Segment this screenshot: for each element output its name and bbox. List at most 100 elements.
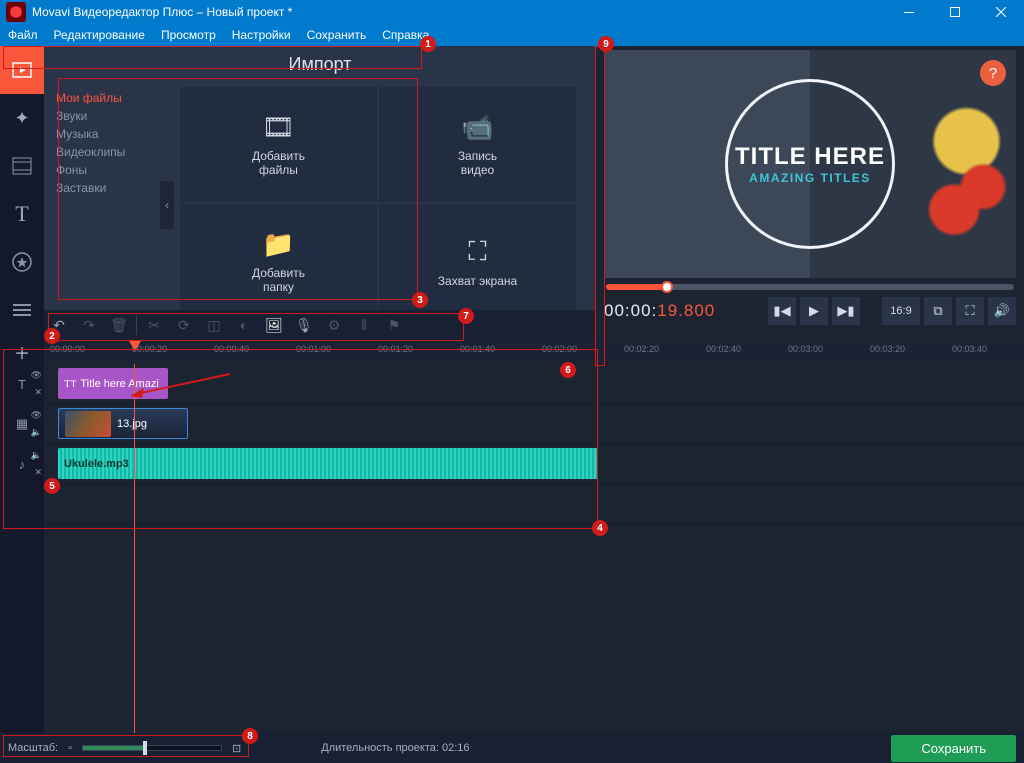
cat-backgrounds[interactable]: Фоны	[56, 161, 174, 179]
cat-my-files[interactable]: Мои файлы	[56, 89, 174, 107]
audio-eq-button[interactable]: ⫴	[349, 310, 379, 340]
ruler-mark: 00:02:00	[542, 344, 577, 354]
callout-8: 8	[242, 728, 258, 744]
minimize-button[interactable]	[886, 0, 932, 24]
rotate-button[interactable]: ⟳	[169, 310, 199, 340]
play-button[interactable]: ▶	[800, 297, 828, 325]
cat-videoclips[interactable]: Видеоклипы	[56, 143, 174, 161]
tile-label: Запись видео	[458, 149, 497, 177]
track-link-toggle[interactable]: ✕	[34, 387, 42, 398]
track-headers: ＋ T 👁 ✕ ▦ 👁 🔈 ♪ 🔈 ✕	[0, 340, 44, 733]
track-mute-toggle[interactable]: 🔈	[31, 427, 42, 438]
track-header-title: T 👁 ✕	[0, 364, 44, 404]
cat-sounds[interactable]: Звуки	[56, 107, 174, 125]
video-clip[interactable]: 13.jpg	[58, 408, 188, 439]
bottombar: Масштаб: ▫ ⊡ Длительность проекта: 02:16…	[0, 733, 1024, 763]
clip-toolbar: ↶ ↷ 🗑 ✂ ⟳ ◫ ◐ 🖼 🎙 ⚙ ⫴ ⚑	[44, 310, 596, 340]
preview-canvas[interactable]: ? TITLE HERE AMAZING TITLES	[604, 50, 1016, 278]
callout-7: 7	[458, 308, 474, 324]
prev-frame-button[interactable]: ▮◀	[768, 297, 796, 325]
menu-save[interactable]: Сохранить	[307, 28, 367, 42]
video-track[interactable]: 13.jpg	[44, 404, 1024, 444]
cat-music[interactable]: Музыка	[56, 125, 174, 143]
track-link-toggle[interactable]: ✕	[34, 467, 42, 478]
audio-track-icon: ♪	[19, 457, 26, 472]
delete-button[interactable]: 🗑	[104, 310, 134, 340]
menu-file[interactable]: Файл	[8, 28, 38, 42]
callout-1: 1	[420, 36, 436, 52]
sidebar-more[interactable]	[0, 286, 44, 334]
ruler-mark: 00:00:40	[214, 344, 249, 354]
preview-seekbar[interactable]	[606, 284, 1014, 290]
audio-track[interactable]: Ukulele.mp3	[44, 444, 1024, 484]
playhead[interactable]	[134, 364, 135, 733]
menu-settings[interactable]: Настройки	[232, 28, 291, 42]
import-categories: Мои файлы Звуки Музыка Видеоклипы Фоны З…	[44, 83, 174, 327]
track-mute-toggle[interactable]: 🔈	[31, 450, 42, 461]
voiceover-button[interactable]: 🎙	[289, 310, 319, 340]
aspect-ratio-button[interactable]: 16:9	[882, 297, 920, 325]
zoom-out-icon[interactable]: ▫	[68, 742, 72, 754]
preview-controls: 00:00:19.800 ▮◀ ▶ ▶▮ 16:9 ⧉ ⛶ 🔊	[596, 290, 1024, 332]
collapse-categories[interactable]: ‹	[160, 181, 174, 229]
settings-button[interactable]: ⚙	[319, 310, 349, 340]
cat-intros[interactable]: Заставки	[56, 179, 174, 197]
tile-label: Добавить файлы	[252, 149, 305, 177]
marker-button[interactable]: ⚑	[379, 310, 409, 340]
tile-screen-capture[interactable]: ⛶ Захват экрана	[379, 204, 576, 319]
track-visibility-toggle[interactable]: 👁	[31, 410, 42, 421]
ruler-mark: 00:01:00	[296, 344, 331, 354]
video-track-icon: ▦	[16, 416, 28, 432]
detach-preview-button[interactable]: ⧉	[924, 297, 952, 325]
preview-panel: ? TITLE HERE AMAZING TITLES 00:00:19.800…	[596, 46, 1024, 340]
project-duration: Длительность проекта: 02:16	[321, 742, 469, 754]
separator	[136, 315, 137, 335]
seekbar-fill	[606, 284, 667, 290]
import-panel: Импорт Мои файлы Звуки Музыка Видеоклипы…	[44, 46, 596, 340]
ruler-mark: 00:02:40	[706, 344, 741, 354]
zoom-thumb[interactable]	[143, 741, 147, 755]
maximize-button[interactable]	[932, 0, 978, 24]
zoom-slider[interactable]	[82, 745, 222, 751]
volume-button[interactable]: 🔊	[988, 297, 1016, 325]
folder-icon: 📁	[262, 229, 294, 260]
tracks-area[interactable]: TTTitle here Amazi 13.jpg Ukulele.mp3	[44, 364, 1024, 733]
title-clip[interactable]: TTTitle here Amazi	[58, 368, 168, 399]
ruler-mark: 00:02:20	[624, 344, 659, 354]
help-button[interactable]: ?	[980, 60, 1006, 86]
sidebar-import[interactable]	[0, 46, 44, 94]
close-button[interactable]	[978, 0, 1024, 24]
zoom-fit-icon[interactable]: ⊡	[232, 742, 241, 755]
callout-6: 6	[560, 362, 576, 378]
color-adjust-button[interactable]: ◐	[229, 310, 259, 340]
app-logo	[6, 2, 26, 22]
sidebar-titles[interactable]: T	[0, 190, 44, 238]
split-button[interactable]: ✂	[139, 310, 169, 340]
crop-button[interactable]: ◫	[199, 310, 229, 340]
add-track-button[interactable]: ＋	[0, 340, 44, 364]
menubar: Файл Редактирование Просмотр Настройки С…	[0, 24, 1024, 46]
tile-add-folder[interactable]: 📁 Добавить папку	[180, 204, 377, 319]
clip-properties-button[interactable]: 🖼	[259, 310, 289, 340]
import-title: Импорт	[44, 46, 596, 83]
title-track[interactable]: TTTitle here Amazi	[44, 364, 1024, 404]
timeline: ＋ T 👁 ✕ ▦ 👁 🔈 ♪ 🔈 ✕ 00:00:00 00:00:20 00…	[0, 340, 1024, 733]
sidebar: ✦ T	[0, 46, 44, 340]
redo-button[interactable]: ↷	[74, 310, 104, 340]
seekbar-thumb[interactable]	[661, 281, 673, 293]
menu-view[interactable]: Просмотр	[161, 28, 216, 42]
audio-clip[interactable]: Ukulele.mp3	[58, 448, 598, 479]
export-button[interactable]: Сохранить	[891, 735, 1016, 762]
fullscreen-button[interactable]: ⛶	[956, 297, 984, 325]
track-visibility-toggle[interactable]: 👁	[31, 370, 42, 381]
tile-add-files[interactable]: 🎞 Добавить файлы	[180, 87, 377, 202]
empty-track[interactable]	[44, 484, 1024, 524]
next-frame-button[interactable]: ▶▮	[832, 297, 860, 325]
sidebar-filters[interactable]: ✦	[0, 94, 44, 142]
menu-edit[interactable]: Редактирование	[54, 28, 145, 42]
sidebar-transitions[interactable]	[0, 142, 44, 190]
timeline-ruler[interactable]: 00:00:00 00:00:20 00:00:40 00:01:00 00:0…	[44, 340, 1024, 364]
window-title: Movavi Видеоредактор Плюс – Новый проект…	[32, 5, 886, 19]
tile-record-video[interactable]: 📹 Запись видео	[379, 87, 576, 202]
sidebar-stickers[interactable]	[0, 238, 44, 286]
